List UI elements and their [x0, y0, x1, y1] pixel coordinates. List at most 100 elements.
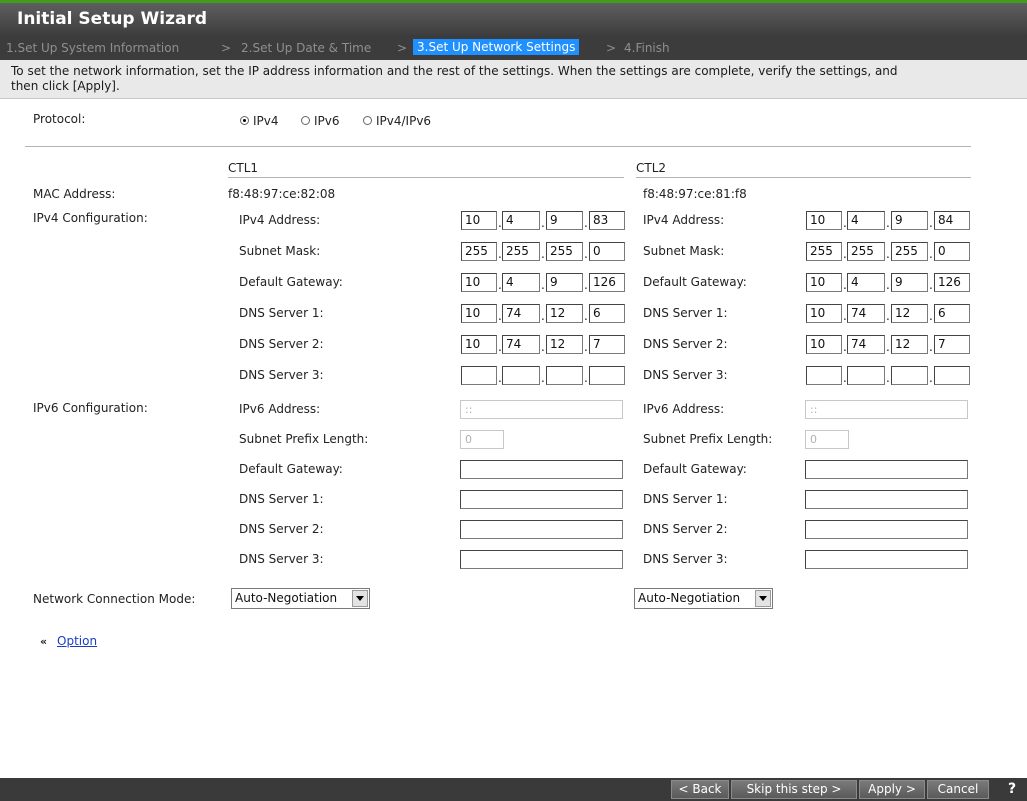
octet-separator: . [584, 247, 588, 261]
ctl2-ipv6-row-label: DNS Server 1: [643, 492, 728, 506]
ctl1-ipv4-octet-input[interactable]: 4 [502, 273, 540, 292]
ctl1-ipv4-octet-input[interactable]: 255 [461, 242, 497, 261]
protocol-option-ipv6[interactable]: IPv6 [314, 114, 340, 128]
ctl2-ipv4-octet-input[interactable]: 126 [934, 273, 970, 292]
ctl1-ipv4-octet-input[interactable]: 83 [589, 211, 625, 230]
ctl2-ipv4-octet-input[interactable]: 74 [847, 335, 885, 354]
back-button[interactable]: < Back [671, 780, 729, 799]
instructions-line-1: To set the network information, set the … [11, 64, 898, 78]
collapse-chevron-icon[interactable]: « [40, 635, 47, 648]
ctl1-ipv4-octet-input[interactable]: 255 [546, 242, 583, 261]
ctl1-ipv4-octet-input[interactable]: 10 [461, 211, 497, 230]
octet-separator: . [541, 309, 545, 323]
ctl2-network-mode-select[interactable]: Auto-Negotiation [634, 588, 773, 609]
ctl2-ipv6-text-input[interactable] [805, 520, 968, 539]
ctl2-ipv4-octet-input[interactable]: 84 [934, 211, 970, 230]
apply-button[interactable]: Apply > [859, 780, 925, 799]
ctl1-ipv4-row-label: Default Gateway: [239, 275, 343, 289]
ctl1-ipv6-row-label: DNS Server 2: [239, 522, 324, 536]
ctl2-ipv4-octet-input[interactable]: 12 [891, 304, 928, 323]
ctl2-ipv4-octet-input[interactable] [806, 366, 842, 385]
ctl2-ipv4-octet-input[interactable]: 74 [847, 304, 885, 323]
ctl2-ipv4-octet-input[interactable]: 255 [891, 242, 928, 261]
ctl2-ipv6-row-label: DNS Server 2: [643, 522, 728, 536]
ctl1-ipv6-text-input[interactable] [460, 550, 623, 569]
ctl2-ipv6-text-input[interactable] [805, 460, 968, 479]
ctl1-ipv6-address-input[interactable]: :: [460, 400, 623, 419]
octet-separator: . [929, 247, 933, 261]
ctl1-ipv4-octet-input[interactable] [589, 366, 625, 385]
ctl2-ipv4-row-label: DNS Server 1: [643, 306, 728, 320]
ctl2-ipv4-octet-input[interactable]: 9 [891, 273, 928, 292]
octet-separator: . [584, 278, 588, 292]
protocol-radio-ipv6[interactable] [301, 116, 310, 125]
ctl1-ipv6-text-input[interactable] [460, 460, 623, 479]
ctl2-ipv4-octet-input[interactable]: 7 [934, 335, 970, 354]
ctl1-ipv6-prefix-length-input[interactable]: 0 [460, 430, 504, 449]
ctl1-ipv6-text-input[interactable] [460, 490, 623, 509]
footer-bar: < Back Skip this step > Apply > Cancel ? [0, 778, 1027, 801]
ctl1-ipv4-octet-input[interactable]: 126 [589, 273, 625, 292]
octet-separator: . [929, 309, 933, 323]
ctl1-ipv4-octet-input[interactable] [546, 366, 583, 385]
ctl2-ipv6-row-label: Subnet Prefix Length: [643, 432, 773, 446]
ctl2-ipv4-octet-input[interactable]: 10 [806, 304, 842, 323]
ctl2-ipv4-octet-input[interactable]: 255 [806, 242, 842, 261]
octet-separator: . [886, 371, 890, 385]
ctl1-ipv4-octet-input[interactable]: 10 [461, 335, 497, 354]
ctl1-ipv4-octet-input[interactable]: 10 [461, 304, 497, 323]
ctl2-ipv4-octet-input[interactable]: 10 [806, 273, 842, 292]
ctl2-ipv4-octet-input[interactable] [847, 366, 885, 385]
ctl1-ipv4-octet-input[interactable]: 6 [589, 304, 625, 323]
ctl1-network-mode-value: Auto-Negotiation [235, 591, 338, 605]
protocol-option-ipv4-ipv6[interactable]: IPv4/IPv6 [376, 114, 431, 128]
ctl2-ipv4-octet-input[interactable]: 0 [934, 242, 970, 261]
ctl1-ipv4-octet-input[interactable]: 7 [589, 335, 625, 354]
help-icon[interactable]: ? [1000, 780, 1024, 799]
ctl1-ipv4-octet-input[interactable] [461, 366, 497, 385]
ctl1-ipv4-octet-input[interactable]: 255 [502, 242, 540, 261]
ctl2-ipv4-octet-input[interactable] [891, 366, 928, 385]
protocol-option-ipv4[interactable]: IPv4 [253, 114, 279, 128]
ctl1-ipv4-octet-input[interactable]: 9 [546, 211, 583, 230]
ctl1-ipv4-octet-input[interactable]: 9 [546, 273, 583, 292]
ctl2-ipv4-octet-input[interactable]: 10 [806, 335, 842, 354]
ctl1-ipv4-row-label: DNS Server 1: [239, 306, 324, 320]
ctl2-ipv4-octet-input[interactable]: 4 [847, 273, 885, 292]
ctl2-ipv4-octet-input[interactable]: 6 [934, 304, 970, 323]
ctl1-ipv4-row-label: IPv4 Address: [239, 213, 321, 227]
step-2: 2.Set Up Date & Time [241, 41, 372, 55]
ctl1-ipv4-octet-input[interactable]: 74 [502, 304, 540, 323]
ctl2-ipv4-octet-input[interactable]: 4 [847, 211, 885, 230]
ctl1-ipv6-row-label: Subnet Prefix Length: [239, 432, 369, 446]
ctl1-ipv4-octet-input[interactable]: 12 [546, 335, 583, 354]
cancel-button[interactable]: Cancel [927, 780, 989, 799]
ctl2-ipv6-prefix-length-input[interactable]: 0 [805, 430, 849, 449]
octet-separator: . [929, 340, 933, 354]
step-separator: > [606, 41, 617, 55]
ctl2-ipv6-text-input[interactable] [805, 490, 968, 509]
ctl1-ipv6-text-input[interactable] [460, 520, 623, 539]
divider [25, 146, 971, 147]
ctl2-ipv4-octet-input[interactable]: 255 [847, 242, 885, 261]
ctl2-ipv4-octet-input[interactable]: 12 [891, 335, 928, 354]
ctl2-ipv4-octet-input[interactable]: 10 [806, 211, 842, 230]
ctl1-ipv4-octet-input[interactable]: 4 [502, 211, 540, 230]
protocol-radio-ipv4[interactable] [240, 116, 249, 125]
octet-separator: . [886, 309, 890, 323]
ctl1-ipv4-row-label: DNS Server 2: [239, 337, 324, 351]
skip-step-button[interactable]: Skip this step > [731, 780, 857, 799]
ctl1-ipv4-octet-input[interactable] [502, 366, 540, 385]
ctl1-ipv4-octet-input[interactable]: 0 [589, 242, 625, 261]
ctl2-ipv4-octet-input[interactable] [934, 366, 970, 385]
ctl1-ipv4-octet-input[interactable]: 74 [502, 335, 540, 354]
ctl2-ipv4-octet-input[interactable]: 9 [891, 211, 928, 230]
ctl2-ipv6-text-input[interactable] [805, 550, 968, 569]
ctl1-ipv4-octet-input[interactable]: 10 [461, 273, 497, 292]
step-separator: > [397, 41, 408, 55]
option-link[interactable]: Option [57, 634, 97, 648]
ctl1-network-mode-select[interactable]: Auto-Negotiation [231, 588, 370, 609]
ctl2-ipv6-address-input[interactable]: :: [805, 400, 968, 419]
protocol-radio-ipv4-ipv6[interactable] [363, 116, 372, 125]
ctl1-ipv4-octet-input[interactable]: 12 [546, 304, 583, 323]
